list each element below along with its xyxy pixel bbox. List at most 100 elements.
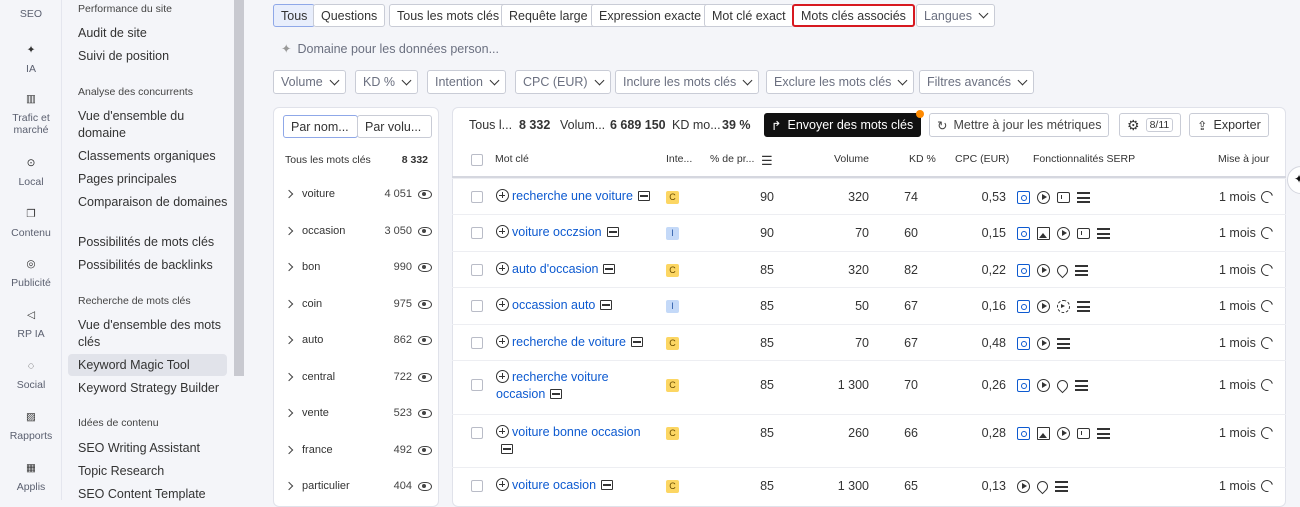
side-assistant-button[interactable]: ✦	[1287, 166, 1300, 194]
row-checkbox[interactable]	[471, 191, 483, 203]
add-keyword-icon[interactable]	[496, 262, 509, 275]
menu-item-vue-mots[interactable]: Vue d'ensemble des mots clés	[78, 317, 228, 351]
eye-icon[interactable]	[418, 299, 432, 309]
filter-cpc[interactable]: CPC (EUR)	[515, 70, 611, 94]
keyword-link[interactable]: auto d'occasion	[496, 261, 651, 278]
menu-item-pages[interactable]: Pages principales	[78, 171, 228, 188]
table-row[interactable]: voiture occzsion I 90 70 60 0,15 1 mois	[452, 214, 1286, 251]
menu-item-topic[interactable]: Topic Research	[78, 463, 228, 480]
eye-icon[interactable]	[418, 445, 432, 455]
add-keyword-icon[interactable]	[496, 298, 509, 311]
filter-advanced[interactable]: Filtres avancés	[919, 70, 1035, 94]
chevron-right-icon[interactable]	[284, 408, 294, 418]
group-item[interactable]: central 722	[284, 371, 432, 383]
group-item[interactable]: france 492	[284, 444, 432, 456]
tab-tous[interactable]: Tous	[273, 4, 316, 27]
chevron-right-icon[interactable]	[284, 335, 294, 345]
eye-icon[interactable]	[418, 189, 432, 199]
serp-preview-icon[interactable]	[603, 264, 616, 274]
col-cpc[interactable]: CPC (EUR)	[955, 153, 1009, 165]
add-keyword-icon[interactable]	[496, 478, 509, 491]
serp-preview-icon[interactable]	[630, 337, 643, 347]
keyword-link[interactable]: voiture ocasion	[496, 477, 651, 494]
refresh-icon[interactable]	[1258, 334, 1276, 352]
keyword-text[interactable]: recherche de voiture	[512, 335, 626, 349]
row-checkbox[interactable]	[471, 300, 483, 312]
keyword-link[interactable]: voiture occzsion	[496, 224, 651, 241]
keyword-link[interactable]: recherche une voiture	[496, 188, 651, 205]
keyword-link[interactable]: recherche voiture occasion	[496, 369, 651, 403]
rail-applis[interactable]: ▦ Applis	[0, 462, 62, 493]
eye-icon[interactable]	[418, 335, 432, 345]
eye-icon[interactable]	[418, 262, 432, 272]
filter-volume[interactable]: Volume	[273, 70, 346, 94]
all-keywords-label[interactable]: Tous les mots clés	[285, 154, 371, 166]
refresh-icon[interactable]	[1258, 261, 1276, 279]
keyword-link[interactable]: voiture bonne occasion	[496, 424, 651, 458]
group-item[interactable]: particulier 404	[284, 480, 432, 492]
menu-item-content-template[interactable]: SEO Content Template	[78, 486, 228, 503]
menu-item-suivi[interactable]: Suivi de position	[78, 48, 228, 65]
sidebar-scrollbar[interactable]	[234, 0, 244, 376]
group-item[interactable]: vente 523	[284, 407, 432, 419]
group-item[interactable]: occasion 3 050	[284, 225, 432, 237]
eye-icon[interactable]	[418, 226, 432, 236]
menu-item-comparaison[interactable]: Comparaison de domaines	[78, 194, 228, 211]
languages-dropdown[interactable]: Langues	[916, 4, 995, 27]
tab-tous-mots[interactable]: Tous les mots clés	[389, 4, 508, 27]
col-serp[interactable]: Fonctionnalités SERP	[1033, 153, 1135, 165]
table-row[interactable]: voiture bonne occasion C 85 260 66 0,28 1 mois	[452, 414, 1286, 467]
filter-intention[interactable]: Intention	[427, 70, 506, 94]
eye-icon[interactable]	[418, 481, 432, 491]
rail-publicite[interactable]: ◎ Publicité	[0, 258, 62, 289]
refresh-icon[interactable]	[1258, 376, 1276, 394]
tab-mots-cles-associes[interactable]: Mots clés associés	[792, 4, 915, 27]
serp-preview-icon[interactable]	[501, 444, 513, 454]
refresh-icon[interactable]	[1258, 424, 1276, 442]
keyword-text[interactable]: occassion auto	[512, 298, 595, 312]
filter-include[interactable]: Inclure les mots clés	[615, 70, 760, 94]
table-row[interactable]: voiture ocasion C 85 1 300 65 0,13 1 mois	[452, 467, 1286, 503]
group-item[interactable]: voiture 4 051	[284, 188, 432, 200]
rail-social[interactable]: ◌ Social	[0, 360, 62, 391]
row-checkbox[interactable]	[471, 264, 483, 276]
rail-rapports[interactable]: ▨ Rapports	[0, 411, 62, 442]
row-checkbox[interactable]	[471, 480, 483, 492]
chevron-right-icon[interactable]	[284, 481, 294, 491]
refresh-icon[interactable]	[1258, 297, 1276, 315]
chevron-right-icon[interactable]	[284, 189, 294, 199]
row-checkbox[interactable]	[471, 427, 483, 439]
table-row[interactable]: auto d'occasion C 85 320 82 0,22 1 mois	[452, 251, 1286, 287]
keyword-link[interactable]: occassion auto	[496, 297, 651, 314]
rail-seo[interactable]: SEO	[0, 0, 62, 24]
tab-requete-large[interactable]: Requête large	[501, 4, 596, 27]
rail-ia[interactable]: ✦ IA	[0, 44, 62, 75]
select-all-checkbox[interactable]	[471, 154, 483, 166]
serp-preview-icon[interactable]	[606, 227, 619, 237]
col-kd[interactable]: KD %	[909, 153, 936, 165]
rail-contenu[interactable]: ❐ Contenu	[0, 208, 62, 239]
eye-icon[interactable]	[418, 372, 432, 382]
keyword-text[interactable]: voiture occzsion	[512, 225, 602, 239]
table-row[interactable]: recherche de voiture C 85 70 67 0,48 1 mois	[452, 324, 1286, 360]
add-keyword-icon[interactable]	[496, 189, 509, 202]
filter-exclude[interactable]: Exclure les mots clés	[766, 70, 915, 94]
filter-kd[interactable]: KD %	[355, 70, 418, 94]
sort-icon[interactable]: ☰	[761, 153, 773, 169]
keyword-link[interactable]: recherche de voiture	[496, 334, 651, 351]
row-checkbox[interactable]	[471, 337, 483, 349]
update-metrics-button[interactable]: ↻ Mettre à jour les métriques	[929, 113, 1110, 137]
col-volume[interactable]: Volume	[834, 153, 869, 165]
sort-by-volume[interactable]: Par volu...	[357, 115, 432, 138]
menu-item-vue-domaine[interactable]: Vue d'ensemble du domaine	[78, 108, 228, 142]
table-row[interactable]: recherche une voiture C 90 320 74 0,53 1 mois	[452, 178, 1286, 214]
refresh-icon[interactable]	[1258, 477, 1276, 495]
menu-item-possibilites-mots[interactable]: Possibilités de mots clés	[78, 234, 228, 251]
keyword-text[interactable]: voiture ocasion	[512, 478, 596, 492]
chevron-right-icon[interactable]	[284, 372, 294, 382]
refresh-icon[interactable]	[1258, 188, 1276, 206]
add-keyword-icon[interactable]	[496, 335, 509, 348]
eye-icon[interactable]	[418, 408, 432, 418]
export-button[interactable]: ⇪ Exporter	[1189, 113, 1269, 137]
tab-expression-exacte[interactable]: Expression exacte	[591, 4, 710, 27]
